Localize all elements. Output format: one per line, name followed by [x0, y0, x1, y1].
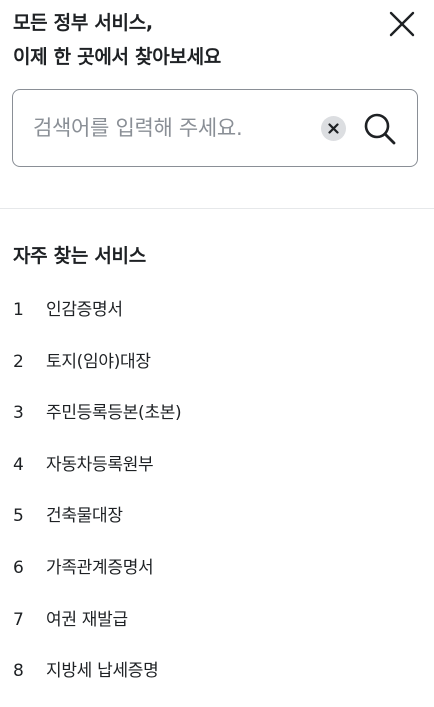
item-rank: 1	[13, 300, 24, 320]
search-button[interactable]	[361, 110, 399, 148]
popular-service-item[interactable]: 1 인감증명서	[0, 294, 434, 346]
popular-service-item[interactable]: 6 가족관계증명서	[0, 552, 434, 604]
item-rank: 6	[13, 557, 24, 578]
item-label[interactable]: 토지(임야)대장	[46, 346, 151, 378]
close-button[interactable]	[386, 8, 418, 40]
popular-service-item[interactable]: 8 지방세 납세증명	[0, 655, 434, 707]
item-rank: 8	[13, 661, 24, 682]
close-icon	[389, 11, 415, 37]
item-rank: 5	[13, 506, 24, 527]
item-label[interactable]: 인감증명서	[46, 294, 123, 326]
popular-service-item[interactable]: 5 건축물대장	[0, 500, 434, 552]
popular-service-item[interactable]: 7 여권 재발급	[0, 604, 434, 656]
item-rank: 3	[13, 403, 24, 424]
clear-icon	[328, 123, 339, 134]
item-label[interactable]: 여권 재발급	[46, 604, 128, 636]
popular-services-title: 자주 찾는 서비스	[13, 245, 146, 267]
item-label[interactable]: 지방세 납세증명	[46, 655, 159, 687]
clear-search-button[interactable]	[321, 116, 346, 141]
page-header: 모든 정부 서비스, 이제 한 곳에서 찾아보세요	[13, 6, 373, 74]
header-title-line-1: 모든 정부 서비스,	[13, 12, 153, 34]
popular-services-list: 1 인감증명서 2 토지(임야)대장 3 주민등록등본(초본) 4 자동차등록원…	[0, 294, 434, 707]
popular-service-item[interactable]: 3 주민등록등본(초본)	[0, 397, 434, 449]
item-rank: 4	[13, 454, 24, 475]
item-rank: 7	[13, 609, 24, 630]
search-input[interactable]	[33, 108, 313, 148]
item-label[interactable]: 건축물대장	[46, 500, 123, 532]
item-label[interactable]: 가족관계증명서	[46, 552, 154, 584]
section-divider	[0, 208, 434, 209]
item-label[interactable]: 자동차등록원부	[46, 449, 154, 481]
popular-service-item[interactable]: 2 토지(임야)대장	[0, 346, 434, 398]
popular-service-item[interactable]: 4 자동차등록원부	[0, 449, 434, 501]
search-icon	[364, 113, 396, 145]
search-box	[12, 89, 418, 167]
item-label[interactable]: 주민등록등본(초본)	[46, 397, 182, 429]
item-rank: 2	[13, 351, 24, 372]
header-title-line-2: 이제 한 곳에서 찾아보세요	[13, 46, 221, 68]
